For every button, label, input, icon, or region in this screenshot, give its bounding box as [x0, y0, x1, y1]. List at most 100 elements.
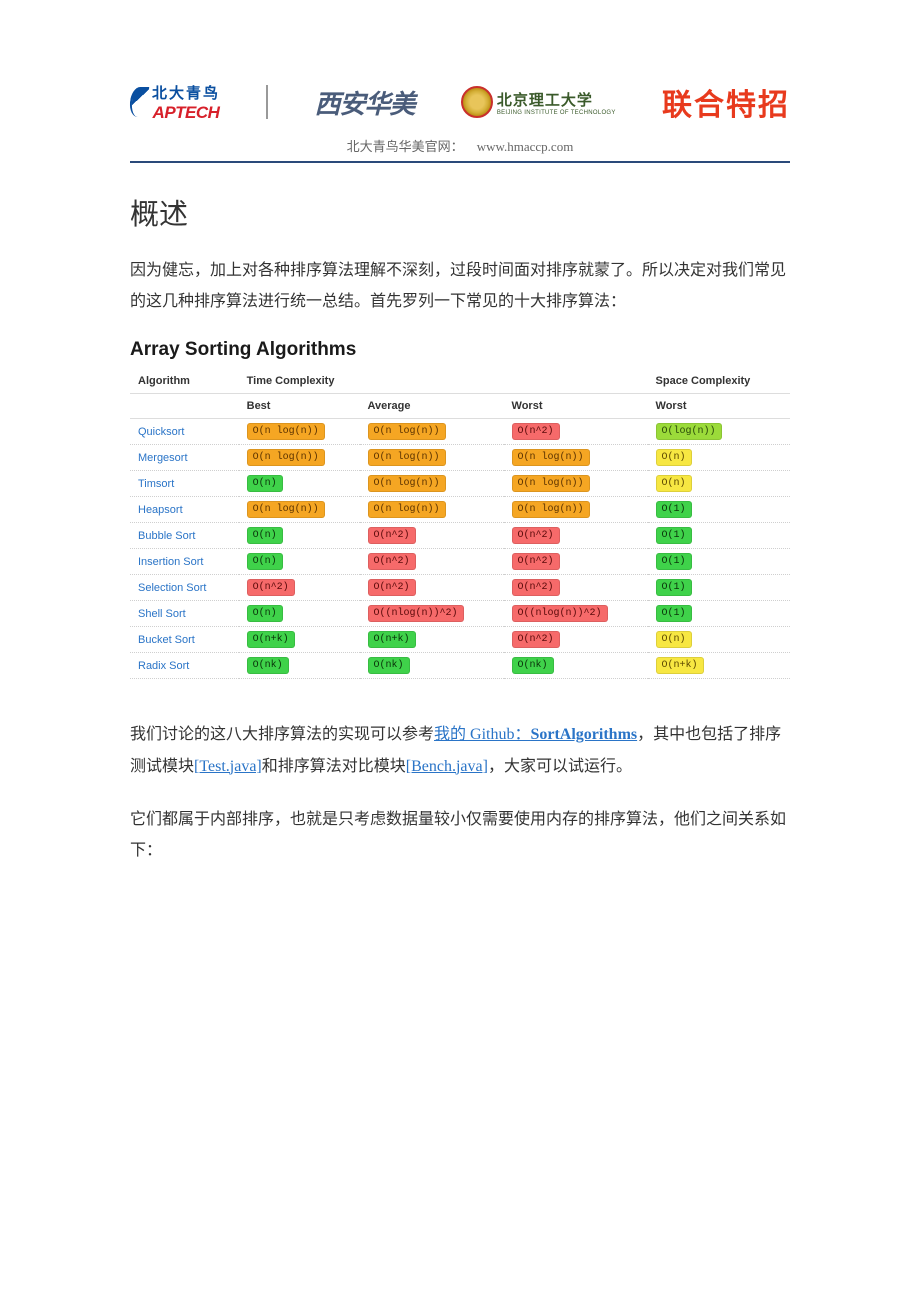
github-link-text: 我的 Github：: [434, 726, 530, 743]
table-subheader-row: Best Average Worst Worst: [130, 394, 790, 419]
table-row: Selection SortO(n^2)O(n^2)O(n^2)O(1): [130, 575, 790, 601]
complexity-pill: O(n log(n)): [512, 501, 590, 518]
aptech-cn: 北大青鸟: [152, 82, 220, 103]
seal-icon: [461, 86, 493, 118]
algo-worst: O(nk): [504, 653, 648, 679]
p2-pre: 我们讨论的这八大排序算法的实现可以参考: [130, 726, 434, 743]
algo-space: O(1): [648, 549, 790, 575]
complexity-pill: O(log(n)): [656, 423, 722, 440]
col-space: Space Complexity: [648, 369, 790, 394]
algo-space: O(n): [648, 445, 790, 471]
complexity-pill: O(n+k): [247, 631, 295, 648]
complexity-pill: O((nlog(n))^2): [512, 605, 608, 622]
complexity-pill: O(n^2): [368, 553, 416, 570]
paragraph-3: 它们都属于内部排序，也就是只考虑数据量较小仅需要使用内存的排序算法，他们之间关系…: [130, 804, 790, 866]
algo-worst: O(n^2): [504, 419, 648, 445]
algo-avg: O((nlog(n))^2): [360, 601, 504, 627]
p2-mid2: 和排序算法对比模块: [262, 758, 406, 775]
test-java-link[interactable]: [Test.java]: [194, 758, 262, 775]
algo-space: O(n): [648, 471, 790, 497]
col-algorithm: Algorithm: [130, 369, 239, 394]
complexity-pill: O(n^2): [368, 527, 416, 544]
table-row: Shell Sort O(n) O((nlog(n))^2) O((nlog(n))^…: [130, 601, 790, 627]
complexity-pill: O(n log(n)): [247, 449, 325, 466]
complexity-pill: O(n): [247, 605, 283, 622]
algo-avg: O(n^2): [360, 549, 504, 575]
algo-best: O(n+k): [239, 627, 360, 653]
complexity-pill: O((nlog(n))^2): [368, 605, 464, 622]
complexity-pill: O(n^2): [512, 423, 560, 440]
complexity-pill: O(n log(n)): [512, 449, 590, 466]
table-row: Mergesort O(n log(n)) O(n log(n)) O(n log(n…: [130, 445, 790, 471]
complexity-pill: O(1): [656, 553, 692, 570]
complexity-pill: O(n): [656, 475, 692, 492]
table-row: Timsort O(n) O(n log(n))O(n log(n)) O(n): [130, 471, 790, 497]
algo-name[interactable]: Bucket Sort: [130, 627, 239, 653]
algo-name[interactable]: Insertion Sort: [130, 549, 239, 575]
algo-name[interactable]: Radix Sort: [130, 653, 239, 679]
page-title: 概述: [130, 191, 790, 233]
algo-worst: O(n log(n)): [504, 471, 648, 497]
algo-avg: O(n^2): [360, 523, 504, 549]
complexity-pill: O(n): [656, 631, 692, 648]
col-avg: Average: [360, 394, 504, 419]
table-row: HeapsortO(n log(n))O(n log(n))O(n log(n)…: [130, 497, 790, 523]
bench-java-link[interactable]: [Bench.java]: [406, 758, 488, 775]
complexity-pill: O(n+k): [368, 631, 416, 648]
algo-worst: O(n^2): [504, 549, 648, 575]
header-divider: [130, 161, 790, 163]
algo-best: O(n log(n)): [239, 497, 360, 523]
complexity-pill: O(n log(n)): [368, 423, 446, 440]
complexity-pill: O(1): [656, 527, 692, 544]
complexity-pill: O(nk): [247, 657, 289, 674]
complexity-pill: O(n^2): [368, 579, 416, 596]
algo-worst: O(n^2): [504, 523, 648, 549]
algo-avg: O(nk): [360, 653, 504, 679]
complexity-pill: O(n^2): [512, 553, 560, 570]
algo-name[interactable]: Selection Sort: [130, 575, 239, 601]
algo-space: O(log(n)): [648, 419, 790, 445]
complexity-pill: O(n log(n)): [247, 423, 325, 440]
complexity-pill: O(n): [656, 449, 692, 466]
logo-huamei: 西安华美: [315, 84, 415, 121]
algo-name[interactable]: Quicksort: [130, 419, 239, 445]
complexity-pill: O(1): [656, 579, 692, 596]
algo-avg: O(n+k): [360, 627, 504, 653]
table-row: Bucket Sort O(n+k) O(n+k) O(n^2) O(n): [130, 627, 790, 653]
algo-name[interactable]: Timsort: [130, 471, 239, 497]
col-worst: Worst: [504, 394, 648, 419]
header-logos: 北大青鸟 APTECH 西安华美 北京理工大学 BEIJING INSTITUT…: [130, 80, 790, 124]
col-space-worst: Worst: [648, 394, 790, 419]
complexity-pill: O(n^2): [512, 631, 560, 648]
sub-url: www.hmaccp.com: [477, 139, 574, 154]
complexity-pill: O(nk): [368, 657, 410, 674]
complexity-pill: O(n^2): [247, 579, 295, 596]
algo-worst: O(n log(n)): [504, 445, 648, 471]
complexity-pill: O(n+k): [656, 657, 704, 674]
algo-worst: O(n log(n)): [504, 497, 648, 523]
logo-bit: 北京理工大学 BEIJING INSTITUTE OF TECHNOLOGY: [461, 86, 616, 118]
algo-worst: O((nlog(n))^2): [504, 601, 648, 627]
complexity-pill: O(n log(n)): [368, 449, 446, 466]
algo-name[interactable]: Mergesort: [130, 445, 239, 471]
algo-best: O(nk): [239, 653, 360, 679]
algo-worst: O(n^2): [504, 627, 648, 653]
bit-en: BEIJING INSTITUTE OF TECHNOLOGY: [497, 110, 616, 116]
algo-best: O(n): [239, 471, 360, 497]
complexity-pill: O(n): [247, 475, 283, 492]
bit-cn: 北京理工大学: [497, 89, 616, 110]
algo-name[interactable]: Bubble Sort: [130, 523, 239, 549]
sub-label: 北大青鸟华美官网：: [347, 139, 464, 154]
logo-aptech: 北大青鸟 APTECH: [130, 82, 220, 123]
logo-tezao: 联合特招: [662, 80, 790, 124]
algo-best: O(n log(n)): [239, 419, 360, 445]
table-row: Quicksort O(n log(n)) O(n log(n)) O(n^2) O(l…: [130, 419, 790, 445]
algo-name[interactable]: Heapsort: [130, 497, 239, 523]
table-title: Array Sorting Algorithms: [130, 339, 790, 361]
paragraph-1: 因为健忘，加上对各种排序算法理解不深刻，过段时间面对排序就蒙了。所以决定对我们常…: [130, 255, 790, 317]
algo-avg: O(n log(n)): [360, 497, 504, 523]
complexity-pill: O(n): [247, 553, 283, 570]
algo-name[interactable]: Shell Sort: [130, 601, 239, 627]
algo-avg: O(n log(n)): [360, 471, 504, 497]
github-link[interactable]: 我的 Github：SortAlgorithms: [434, 726, 637, 743]
